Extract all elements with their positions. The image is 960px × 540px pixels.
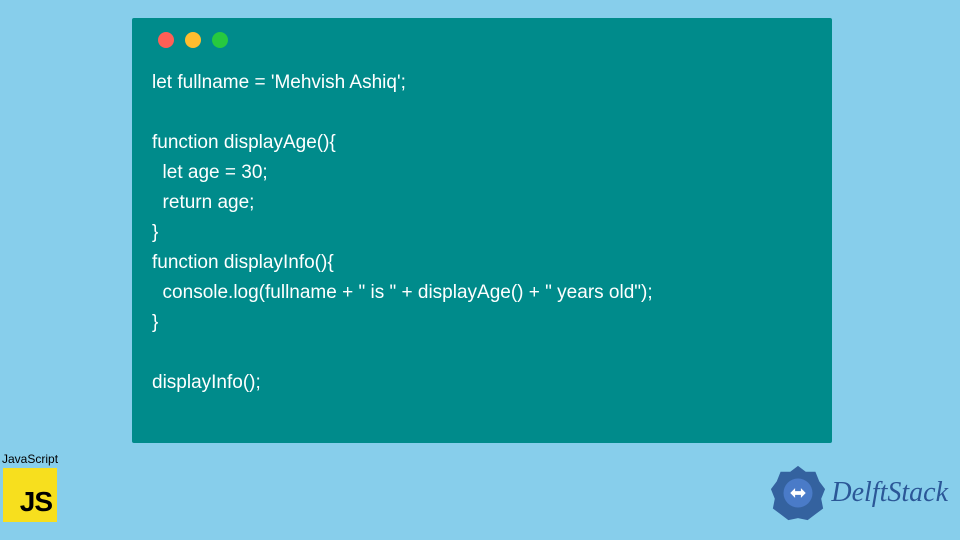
- code-content: let fullname = 'Mehvish Ashiq'; function…: [152, 68, 812, 398]
- window-controls: [158, 32, 812, 48]
- close-icon: [158, 32, 174, 48]
- code-block: let fullname = 'Mehvish Ashiq'; function…: [132, 18, 832, 443]
- maximize-icon: [212, 32, 228, 48]
- delftstack-text: DelftStack: [831, 477, 948, 509]
- js-label: JavaScript: [2, 452, 58, 466]
- js-logo-text: JS: [20, 486, 52, 518]
- javascript-badge: JavaScript JS: [2, 452, 58, 522]
- js-logo-icon: JS: [3, 468, 57, 522]
- delftstack-logo-icon: [769, 464, 827, 522]
- minimize-icon: [185, 32, 201, 48]
- delftstack-brand: DelftStack: [769, 464, 948, 522]
